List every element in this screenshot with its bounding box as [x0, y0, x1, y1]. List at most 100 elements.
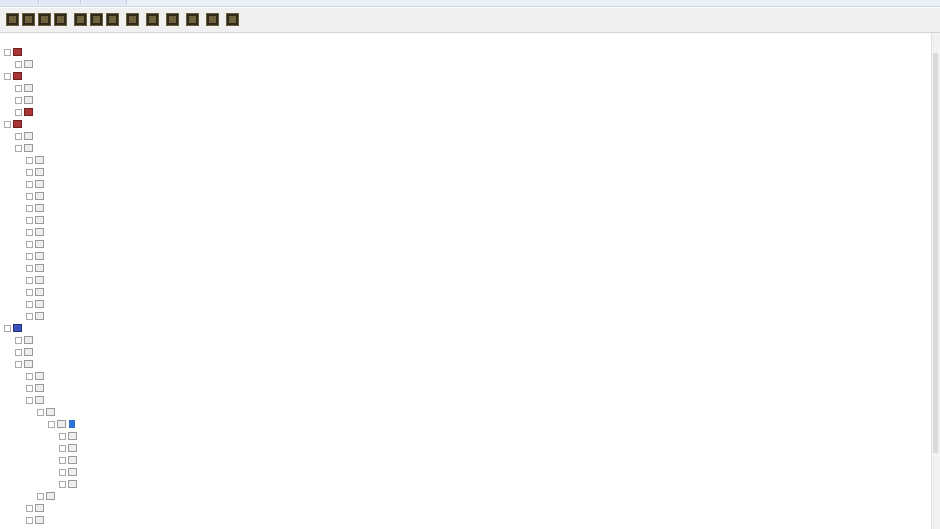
tree-row[interactable]	[15, 58, 36, 70]
tool-2-icon[interactable]	[22, 13, 35, 26]
tree-row[interactable]	[15, 142, 36, 154]
expand-toggle-icon[interactable]	[26, 300, 33, 308]
tool-5-icon[interactable]	[74, 13, 87, 26]
expand-toggle-icon[interactable]	[26, 312, 33, 320]
expand-toggle-icon[interactable]	[26, 276, 33, 284]
tree-row[interactable]	[15, 346, 36, 358]
tree-row[interactable]	[4, 322, 25, 334]
tree-row[interactable]	[15, 358, 36, 370]
expand-toggle-icon[interactable]	[15, 336, 22, 344]
expand-toggle-icon[interactable]	[15, 84, 22, 92]
tree-row[interactable]	[15, 130, 36, 142]
expand-toggle-icon[interactable]	[15, 348, 22, 356]
expand-toggle-icon[interactable]	[59, 444, 66, 452]
tree-row[interactable]	[26, 178, 47, 190]
vertical-scrollbar[interactable]	[931, 33, 940, 529]
tree-row[interactable]	[15, 106, 36, 118]
expand-toggle-icon[interactable]	[26, 180, 33, 188]
tool-7-icon[interactable]	[106, 13, 119, 26]
tree-row[interactable]	[37, 490, 58, 502]
tree-row[interactable]	[15, 94, 36, 106]
expand-toggle-icon[interactable]	[26, 204, 33, 212]
tree-row[interactable]	[4, 118, 25, 130]
expand-toggle-icon[interactable]	[59, 432, 66, 440]
tree-row[interactable]	[4, 46, 25, 58]
expand-toggle-icon[interactable]	[15, 360, 22, 368]
tool-12-icon[interactable]	[206, 13, 219, 26]
tree-row[interactable]	[59, 466, 80, 478]
tree-row[interactable]	[48, 418, 75, 430]
expand-toggle-icon[interactable]	[15, 96, 22, 104]
node-icon	[24, 132, 33, 140]
expand-toggle-icon[interactable]	[59, 480, 66, 488]
tree-row[interactable]	[26, 238, 47, 250]
tree-row[interactable]	[59, 442, 80, 454]
expand-toggle-icon[interactable]	[15, 132, 22, 140]
tree-row[interactable]	[26, 154, 47, 166]
tree-row[interactable]	[26, 214, 47, 226]
tree-row[interactable]	[26, 310, 47, 322]
expand-toggle-icon[interactable]	[26, 288, 33, 296]
expand-toggle-icon[interactable]	[37, 408, 44, 416]
tool-1-icon[interactable]	[6, 13, 19, 26]
expand-toggle-icon[interactable]	[26, 168, 33, 176]
expand-toggle-icon[interactable]	[15, 60, 22, 68]
tree-row[interactable]	[37, 406, 58, 418]
tree-row[interactable]	[26, 370, 47, 382]
tree-row[interactable]	[26, 250, 47, 262]
tree-row[interactable]	[59, 478, 80, 490]
tool-3-icon[interactable]	[38, 13, 51, 26]
expand-toggle-icon[interactable]	[26, 252, 33, 260]
expand-toggle-icon[interactable]	[48, 420, 55, 428]
expand-toggle-icon[interactable]	[4, 324, 11, 332]
tree-row[interactable]	[59, 430, 80, 442]
expand-toggle-icon[interactable]	[26, 192, 33, 200]
tree-row[interactable]	[15, 82, 36, 94]
expand-toggle-icon[interactable]	[59, 456, 66, 464]
top-tab-2[interactable]	[40, 0, 81, 5]
expand-toggle-icon[interactable]	[15, 144, 22, 152]
tree-row[interactable]	[59, 454, 80, 466]
tree-row[interactable]	[26, 502, 47, 514]
expand-toggle-icon[interactable]	[26, 504, 33, 512]
top-tab-3[interactable]	[82, 0, 127, 5]
expand-toggle-icon[interactable]	[26, 216, 33, 224]
tree-row[interactable]	[26, 190, 47, 202]
tool-13-icon[interactable]	[226, 13, 239, 26]
expand-toggle-icon[interactable]	[4, 120, 11, 128]
expand-toggle-icon[interactable]	[26, 516, 33, 524]
expand-toggle-icon[interactable]	[4, 72, 11, 80]
tree-row[interactable]	[26, 274, 47, 286]
tree-row[interactable]	[26, 226, 47, 238]
node-icon	[24, 336, 33, 344]
tree-row[interactable]	[26, 514, 47, 526]
tool-8-icon[interactable]	[126, 13, 139, 26]
tool-9-icon[interactable]	[146, 13, 159, 26]
expand-toggle-icon[interactable]	[26, 228, 33, 236]
expand-toggle-icon[interactable]	[26, 396, 33, 404]
expand-toggle-icon[interactable]	[37, 492, 44, 500]
tree-row[interactable]	[26, 166, 47, 178]
expand-toggle-icon[interactable]	[4, 48, 11, 56]
expand-toggle-icon[interactable]	[15, 108, 22, 116]
expand-toggle-icon[interactable]	[26, 240, 33, 248]
tree-row[interactable]	[4, 70, 25, 82]
expand-toggle-icon[interactable]	[26, 264, 33, 272]
tool-10-icon[interactable]	[166, 13, 179, 26]
top-tab-1[interactable]	[0, 0, 39, 5]
tree-row[interactable]	[26, 202, 47, 214]
tree-row[interactable]	[26, 382, 47, 394]
tool-6-icon[interactable]	[90, 13, 103, 26]
tree-row[interactable]	[26, 262, 47, 274]
tree-row[interactable]	[26, 286, 47, 298]
tool-11-icon[interactable]	[186, 13, 199, 26]
expand-toggle-icon[interactable]	[26, 156, 33, 164]
scrollbar-thumb[interactable]	[933, 53, 938, 453]
tree-row[interactable]	[26, 298, 47, 310]
expand-toggle-icon[interactable]	[26, 384, 33, 392]
expand-toggle-icon[interactable]	[59, 468, 66, 476]
tool-4-icon[interactable]	[54, 13, 67, 26]
expand-toggle-icon[interactable]	[26, 372, 33, 380]
tree-row[interactable]	[15, 334, 36, 346]
tree-row[interactable]	[26, 394, 47, 406]
